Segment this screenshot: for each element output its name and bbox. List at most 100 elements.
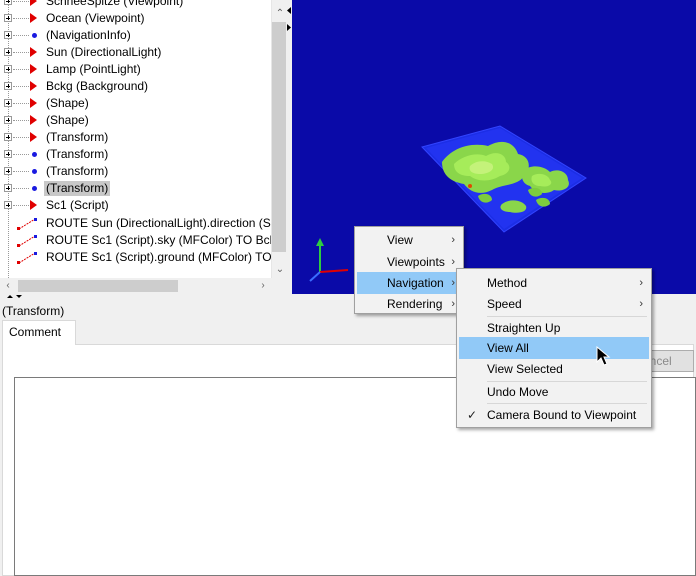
- triangle-node-icon: [30, 115, 37, 125]
- route-item[interactable]: ROUTE Sun (DirectionalLight).direction (…: [0, 215, 271, 232]
- tree-item-label: (NavigationInfo): [46, 28, 131, 42]
- submenu-arrow-icon: ›: [639, 277, 643, 289]
- dot-node-icon: [32, 152, 37, 157]
- 3d-viewport[interactable]: [292, 0, 696, 294]
- submenu-arrow-icon: ›: [639, 298, 643, 310]
- dot-node-icon: [32, 33, 37, 38]
- tree-item-label: (Shape): [46, 113, 89, 127]
- vertical-scroll-thumb[interactable]: [272, 22, 286, 252]
- tree-item[interactable]: Sc1 (Script): [0, 197, 271, 214]
- tree-item-label: (Transform): [46, 147, 109, 161]
- menu-item-speed[interactable]: Speed ›: [459, 293, 649, 315]
- route-item[interactable]: ROUTE Sc1 (Script).sky (MFColor) TO Bckg…: [0, 232, 271, 249]
- scroll-right-icon[interactable]: ›: [255, 278, 271, 294]
- menu-item-label: Straighten Up: [487, 321, 561, 335]
- triangle-node-icon: [30, 132, 37, 142]
- triangle-node-icon: [30, 64, 37, 74]
- route-icon: [17, 252, 37, 264]
- menu-item-camera-bound[interactable]: ✓ Camera Bound to Viewpoint: [459, 404, 649, 426]
- scroll-down-icon[interactable]: ⌄: [272, 262, 288, 278]
- mouse-cursor-icon: [596, 346, 611, 366]
- expand-icon[interactable]: [4, 14, 12, 22]
- navigation-submenu: Method › Speed › Straighten Up View All …: [456, 268, 652, 428]
- route-label: ROUTE Sc1 (Script).sky (MFColor) TO Bckg…: [46, 233, 271, 247]
- scroll-up-icon[interactable]: ⌃: [272, 6, 288, 22]
- expand-icon[interactable]: [4, 65, 12, 73]
- menu-item-label: Undo Move: [487, 385, 549, 399]
- menu-item-view-all[interactable]: View All: [459, 337, 649, 359]
- menu-item-label: Speed: [487, 297, 522, 311]
- menu-item-label: View Selected: [487, 362, 563, 376]
- tree-item-label: SchneeSpitze (Viewpoint): [46, 0, 184, 8]
- expand-icon[interactable]: [4, 184, 12, 192]
- triangle-node-icon: [30, 47, 37, 57]
- tree-item-label: (Transform): [44, 181, 111, 196]
- tree-item[interactable]: Ocean (Viewpoint): [0, 10, 271, 27]
- tree-item-label: Ocean (Viewpoint): [46, 11, 145, 25]
- menu-item-view-selected[interactable]: View Selected: [459, 358, 649, 380]
- menu-item-rendering[interactable]: Rendering ›: [357, 293, 461, 315]
- triangle-node-icon: [30, 13, 37, 23]
- tree-item-label: (Transform): [46, 130, 109, 144]
- expand-icon[interactable]: [4, 201, 12, 209]
- checkmark-icon: ✓: [467, 408, 478, 422]
- tree-item[interactable]: SchneeSpitze (Viewpoint): [0, 0, 271, 10]
- triangle-node-icon: [30, 81, 37, 91]
- menu-item-undo-move[interactable]: Undo Move: [459, 381, 649, 403]
- tree-item-label: Lamp (PointLight): [46, 62, 141, 76]
- submenu-arrow-icon: ›: [451, 298, 455, 310]
- submenu-arrow-icon: ›: [451, 234, 455, 246]
- tree-item[interactable]: (Shape): [0, 112, 271, 129]
- tree-item[interactable]: (NavigationInfo): [0, 27, 271, 44]
- tree-item-label: Bckg (Background): [46, 79, 149, 93]
- route-icon: [17, 235, 37, 247]
- scroll-left-icon[interactable]: ‹: [0, 278, 16, 294]
- menu-item-label: Navigation: [387, 276, 444, 290]
- tree-item[interactable]: (Transform): [0, 129, 271, 146]
- menu-item-straighten-up[interactable]: Straighten Up: [459, 317, 649, 339]
- menu-item-viewpoints[interactable]: Viewpoints ›: [357, 251, 461, 273]
- menu-item-label: Viewpoints: [387, 255, 445, 269]
- menu-item-view[interactable]: View ›: [357, 229, 461, 251]
- tab-comment[interactable]: Comment: [2, 320, 76, 345]
- expand-icon[interactable]: [4, 150, 12, 158]
- dot-node-icon: [32, 186, 37, 191]
- tree-item[interactable]: (Transform): [0, 146, 271, 163]
- tree-item-label: Sc1 (Script): [46, 198, 109, 212]
- tree-item-label: (Transform): [46, 164, 109, 178]
- expand-icon[interactable]: [4, 116, 12, 124]
- tree-item[interactable]: Bckg (Background): [0, 78, 271, 95]
- submenu-arrow-icon: ›: [451, 277, 455, 289]
- submenu-arrow-icon: ›: [451, 256, 455, 268]
- tree-item[interactable]: Sun (DirectionalLight): [0, 44, 271, 61]
- tree-item[interactable]: (Transform): [0, 163, 271, 180]
- tree-item-label: (Shape): [46, 96, 89, 110]
- expand-icon[interactable]: [4, 48, 12, 56]
- menu-item-label: View All: [487, 341, 529, 355]
- tree-item-label: Sun (DirectionalLight): [46, 45, 162, 59]
- tree-item[interactable]: (Shape): [0, 95, 271, 112]
- expand-icon[interactable]: [4, 133, 12, 141]
- tree-item-selected[interactable]: (Transform): [0, 180, 271, 197]
- triangle-node-icon: [30, 200, 37, 210]
- expand-icon[interactable]: [4, 0, 12, 5]
- menu-item-label: Camera Bound to Viewpoint: [487, 408, 637, 422]
- menu-item-navigation[interactable]: Navigation ›: [357, 272, 461, 294]
- menu-item-method[interactable]: Method ›: [459, 272, 649, 294]
- expand-icon[interactable]: [4, 82, 12, 90]
- expand-icon[interactable]: [4, 31, 12, 39]
- scene-tree[interactable]: SchneeSpitze (Viewpoint) Ocean (Viewpoin…: [0, 0, 271, 278]
- route-item[interactable]: ROUTE Sc1 (Script).ground (MFColor) TO B…: [0, 249, 271, 266]
- dot-node-icon: [32, 169, 37, 174]
- expand-icon[interactable]: [4, 167, 12, 175]
- route-label: ROUTE Sun (DirectionalLight).direction (…: [46, 216, 271, 230]
- menu-item-label: View: [387, 233, 413, 247]
- menu-item-label: Rendering: [387, 297, 443, 311]
- route-label: ROUTE Sc1 (Script).ground (MFColor) TO B…: [46, 250, 271, 264]
- horizontal-scroll-thumb[interactable]: [18, 280, 178, 292]
- splitter-arrow-icon: [7, 295, 22, 298]
- menu-item-label: Method: [487, 276, 528, 290]
- tree-item[interactable]: Lamp (PointLight): [0, 61, 271, 78]
- context-menu: View › Viewpoints › Navigation › Renderi…: [354, 226, 464, 314]
- expand-icon[interactable]: [4, 99, 12, 107]
